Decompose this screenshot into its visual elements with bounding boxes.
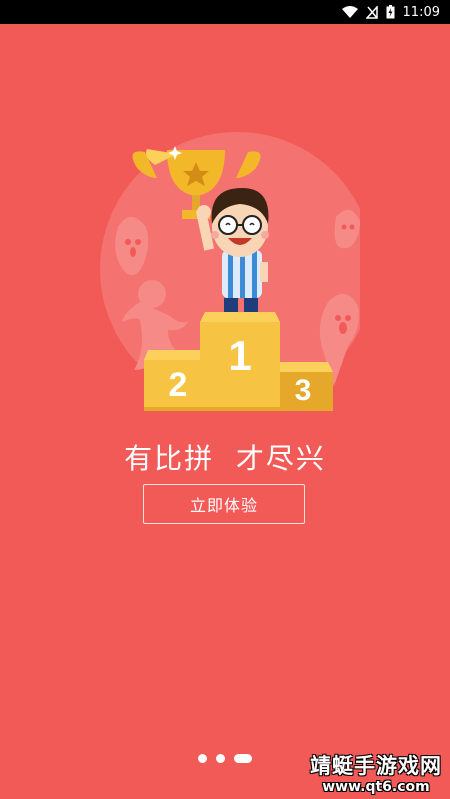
watermark-title: 靖蜓手游戏网 xyxy=(310,754,442,778)
try-now-button[interactable]: 立即体验 xyxy=(143,484,305,524)
podium-label-third: 3 xyxy=(295,374,312,407)
status-bar: 11:09 xyxy=(0,0,450,24)
wifi-icon xyxy=(341,5,358,19)
page-dot-1[interactable] xyxy=(198,754,207,763)
battery-charging-icon xyxy=(386,5,395,19)
trophy-podium-illustration: 1 2 3 xyxy=(100,132,360,411)
podium-label-first: 1 xyxy=(228,332,251,379)
status-time: 11:09 xyxy=(402,4,440,20)
watermark-url: www.qt6.com xyxy=(322,779,430,795)
podium-label-second: 2 xyxy=(169,366,188,404)
page-dot-2[interactable] xyxy=(216,754,225,763)
site-watermark: 靖蜓手游戏网 www.qt6.com xyxy=(310,754,442,795)
slogan-text: 有比拼 才尽兴 xyxy=(124,442,326,475)
page-dot-3-active[interactable] xyxy=(234,754,252,763)
no-sim-icon xyxy=(365,5,378,19)
